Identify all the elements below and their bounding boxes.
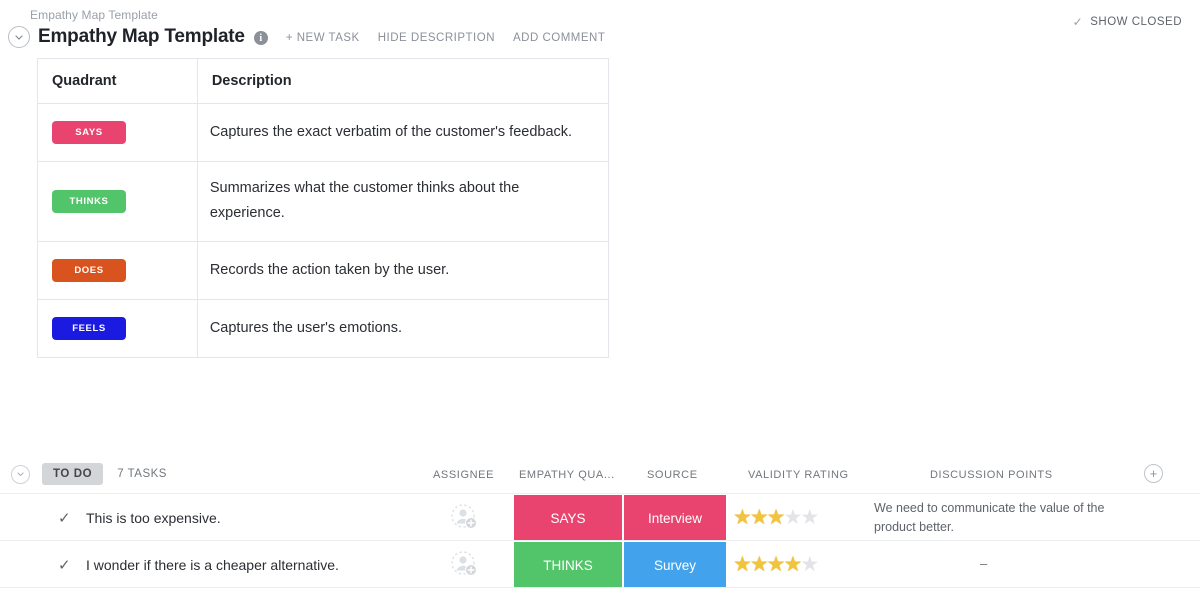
column-header-validity-rating[interactable]: VALIDITY RATING <box>748 469 849 481</box>
star-empty-icon[interactable]: ★ <box>800 554 819 575</box>
page-root: Empathy Map Template Empathy Map Templat… <box>0 0 1200 589</box>
table-head: Quadrant Description <box>38 59 609 104</box>
page-title: Empathy Map Template <box>38 26 245 48</box>
task-name[interactable]: This is too expensive. <box>86 494 221 541</box>
info-icon[interactable]: i <box>254 31 268 45</box>
assignee-avatar-add-icon[interactable] <box>449 549 479 579</box>
cell-source[interactable]: Survey <box>624 542 726 588</box>
title-row: Empathy Map Template i + NEW TASK HIDE D… <box>8 25 605 49</box>
column-header-quadrant: Quadrant <box>38 59 198 104</box>
chevron-down-icon[interactable] <box>11 465 30 484</box>
show-closed-toggle[interactable]: ✓ SHOW CLOSED <box>1073 15 1182 29</box>
task-complete-checkmark[interactable]: ✓ <box>58 509 71 527</box>
chevron-down-glyph <box>17 472 24 477</box>
status-badge: DOES <box>52 259 126 282</box>
table-row: THINKS Summarizes what the customer thin… <box>38 162 609 242</box>
cell-discussion-points[interactable]: – <box>980 541 1200 588</box>
column-header-source[interactable]: SOURCE <box>647 469 698 481</box>
star-empty-icon[interactable]: ★ <box>800 507 819 528</box>
table-body: SAYS Captures the exact verbatim of the … <box>38 104 609 358</box>
task-complete-checkmark[interactable]: ✓ <box>58 556 71 574</box>
hide-description-button[interactable]: HIDE DESCRIPTION <box>378 32 495 44</box>
cell-discussion-points[interactable]: We need to communicate the value of the … <box>874 494 1124 541</box>
quadrant-cell: THINKS <box>38 162 198 242</box>
column-header-description: Description <box>197 59 608 104</box>
avatar-placeholder-glyph <box>449 502 479 532</box>
quadrant-cell: DOES <box>38 241 198 299</box>
breadcrumb[interactable]: Empathy Map Template <box>30 8 158 22</box>
table-row[interactable]: ✓ I wonder if there is a cheaper alterna… <box>0 540 1200 587</box>
table-row[interactable]: ✓ This is too expensive. SAYS Interview … <box>0 493 1200 540</box>
status-group-todo[interactable]: TO DO <box>42 463 103 485</box>
description-cell: Records the action taken by the user. <box>197 241 608 299</box>
cell-empathy-quadrant[interactable]: THINKS <box>514 542 622 588</box>
status-badge: SAYS <box>52 121 126 144</box>
task-name[interactable]: I wonder if there is a cheaper alternati… <box>86 541 339 588</box>
column-header-discussion-points[interactable]: DISCUSSION POINTS <box>930 469 1053 481</box>
description-cell: Captures the user's emotions. <box>197 299 608 357</box>
column-header-empathy-quadrant[interactable]: EMPATHY QUA... <box>519 469 615 481</box>
task-list-header: TO DO 7 TASKS ASSIGNEE EMPATHY QUA... SO… <box>0 455 1200 493</box>
status-badge: THINKS <box>52 190 126 213</box>
column-header-assignee[interactable]: ASSIGNEE <box>433 469 494 481</box>
cell-source[interactable]: Interview <box>624 495 726 541</box>
validity-rating-stars[interactable]: ★★★★★ <box>733 494 817 541</box>
description-cell: Summarizes what the customer thinks abou… <box>197 162 608 242</box>
chevron-down-glyph <box>15 35 23 40</box>
avatar-placeholder-glyph <box>449 549 479 579</box>
quadrant-cell: SAYS <box>38 104 198 162</box>
show-closed-label: SHOW CLOSED <box>1090 16 1182 28</box>
cell-empathy-quadrant[interactable]: SAYS <box>514 495 622 541</box>
validity-rating-stars[interactable]: ★★★★★ <box>733 541 817 588</box>
chevron-down-icon[interactable] <box>8 26 30 48</box>
check-icon: ✓ <box>1073 15 1084 29</box>
description-cell: Captures the exact verbatim of the custo… <box>197 104 608 162</box>
table-row: SAYS Captures the exact verbatim of the … <box>38 104 609 162</box>
task-list: TO DO 7 TASKS ASSIGNEE EMPATHY QUA... SO… <box>0 455 1200 589</box>
task-count-label: 7 TASKS <box>117 468 167 480</box>
table-row: DOES Records the action taken by the use… <box>38 241 609 299</box>
table-row: FEELS Captures the user's emotions. <box>38 299 609 357</box>
add-comment-button[interactable]: ADD COMMENT <box>513 32 605 44</box>
new-task-button[interactable]: + NEW TASK <box>286 32 360 44</box>
status-badge: FEELS <box>52 317 126 340</box>
table-header-row: Quadrant Description <box>38 59 609 104</box>
quadrant-description-table: Quadrant Description SAYS Captures the e… <box>37 58 609 358</box>
plus-circle-icon[interactable]: + <box>1144 464 1163 483</box>
quadrant-cell: FEELS <box>38 299 198 357</box>
assignee-avatar-add-icon[interactable] <box>449 502 479 532</box>
